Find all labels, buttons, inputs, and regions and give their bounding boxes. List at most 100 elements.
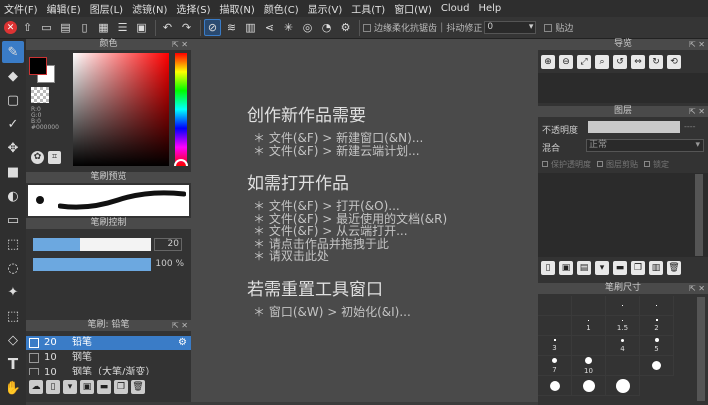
folder-icon[interactable]: ▬ [613, 261, 627, 275]
menu-cloud[interactable]: Cloud [441, 3, 470, 14]
menu-help[interactable]: Help [478, 3, 501, 14]
select-dotted-icon[interactable]: ⬚ [2, 233, 24, 255]
hue-handle[interactable] [174, 159, 188, 166]
rotate-right-icon[interactable]: ↻ [649, 55, 663, 69]
menu-edit[interactable]: 编辑(E) [47, 1, 81, 16]
menu-color[interactable]: 颜色(C) [264, 1, 299, 16]
folder-icon[interactable]: ▬ [97, 380, 111, 394]
pages-icon[interactable]: ▤ [57, 19, 74, 36]
grid-icon[interactable]: ▦ [95, 19, 112, 36]
menu-window[interactable]: 窗口(W) [394, 1, 432, 16]
brush-size-cell[interactable] [572, 376, 606, 396]
eyedropper-icon[interactable]: ⌗ [48, 151, 61, 164]
snap-checkbox[interactable]: 贴边 [544, 21, 573, 34]
brush-size-slider[interactable] [33, 238, 151, 251]
merge-down-icon[interactable]: ▥ [649, 261, 663, 275]
cloud-icon[interactable]: ☁ [29, 380, 43, 394]
zoom-in-icon[interactable]: ⊕ [541, 55, 555, 69]
navigator-view[interactable] [538, 73, 708, 103]
brush-opacity-slider[interactable] [33, 258, 151, 271]
menu-layer[interactable]: 图层(L) [90, 1, 123, 16]
text-tool-icon[interactable]: T [2, 353, 24, 375]
brush-size-cell[interactable] [640, 296, 674, 316]
concentric-snap-icon[interactable]: ◎ [299, 19, 316, 36]
list-icon[interactable]: ☰ [114, 19, 131, 36]
menu-select[interactable]: 选择(S) [176, 1, 210, 16]
new-brush-icon[interactable]: ▯ [46, 380, 60, 394]
brush-item[interactable]: 10 钢笔 [26, 351, 191, 365]
actual-size-icon[interactable]: ⌕ [595, 55, 609, 69]
brush-size-cell[interactable] [538, 316, 572, 336]
copy-brush-icon[interactable]: ▣ [80, 380, 94, 394]
expand-icon[interactable]: ⇱ ✕ [172, 39, 188, 50]
share-icon[interactable]: ⇧ [19, 19, 36, 36]
checkbox-box[interactable] [644, 161, 650, 167]
reset-view-icon[interactable]: ⟲ [667, 55, 681, 69]
expand-icon[interactable]: ⇱ ✕ [689, 39, 705, 50]
brush-size-scrollbar[interactable] [697, 297, 705, 401]
menu-snap[interactable]: 描取(N) [220, 1, 255, 16]
layer-opacity-slider[interactable] [588, 121, 680, 133]
trash-icon[interactable]: 🗑 [131, 380, 145, 394]
brush-size-cell[interactable] [538, 296, 572, 316]
brush-size-cell[interactable] [606, 376, 640, 396]
brush-size-cell[interactable]: 5 [640, 336, 674, 356]
checkbox-box[interactable] [542, 161, 548, 167]
layer-scrollbar[interactable] [695, 174, 703, 256]
crosshatch-snap-icon[interactable]: ▥ [242, 19, 259, 36]
expand-icon[interactable]: ⇱ ✕ [172, 320, 188, 331]
saturation-value-picker[interactable] [73, 53, 169, 166]
redo-icon[interactable]: ↷ [178, 19, 195, 36]
brush-size-cell[interactable]: 4 [606, 336, 640, 356]
brush-size-cell[interactable]: 7 [538, 356, 572, 376]
rectangle-select-icon[interactable]: ▢ [2, 89, 24, 111]
settings-snap-icon[interactable]: ⚙ [337, 19, 354, 36]
menu-filter[interactable]: 滤镜(N) [132, 1, 167, 16]
zoom-out-icon[interactable]: ⊖ [559, 55, 573, 69]
gear-icon[interactable]: ⚙ [178, 336, 187, 350]
menu-file[interactable]: 文件(F) [4, 1, 38, 16]
move-tool-icon[interactable]: ✥ [2, 137, 24, 159]
undo-icon[interactable]: ↶ [159, 19, 176, 36]
lasso-tool-icon[interactable]: ◌ [2, 257, 24, 279]
brush-size-cell[interactable] [572, 296, 606, 316]
brush-size-cell[interactable] [572, 336, 606, 356]
curve-snap-icon[interactable]: ◔ [318, 19, 335, 36]
menu-view[interactable]: 显示(V) [308, 1, 343, 16]
fit-icon[interactable]: ⤢ [577, 55, 591, 69]
antialias-checkbox[interactable]: 边缘柔化抗锯齿 [363, 21, 437, 34]
vanish-point-icon[interactable]: ⋖ [261, 19, 278, 36]
brush-tool-icon[interactable]: ✎ [2, 41, 24, 63]
close-icon[interactable]: ✕ [4, 21, 17, 34]
flip-icon[interactable]: ⇔ [631, 55, 645, 69]
palette-icon[interactable]: ✿ [31, 151, 44, 164]
menu-tools[interactable]: 工具(T) [351, 1, 385, 16]
hand-tool-icon[interactable]: ✋ [2, 377, 24, 399]
brush-size-cell[interactable]: 3 [538, 336, 572, 356]
brush-size-cell[interactable]: 10 [572, 356, 606, 376]
canvas-area[interactable]: 创作新作品需要 ＊ 文件(&F) > 新建窗口(&N)... ＊ 文件(&F) … [191, 39, 538, 402]
rotate-left-icon[interactable]: ↺ [613, 55, 627, 69]
brush-size-cell[interactable] [640, 356, 674, 376]
duplicate-layer-icon[interactable]: ❐ [631, 261, 645, 275]
parallel-snap-icon[interactable]: ≋ [223, 19, 240, 36]
stabilizer-select[interactable]: 0 ▾ [484, 21, 537, 34]
expand-icon[interactable]: ⇱ ✕ [689, 106, 705, 117]
bucket-tool-icon[interactable]: ◐ [2, 185, 24, 207]
hue-slider[interactable] [175, 53, 187, 166]
eraser-tool-icon[interactable]: ◆ [2, 65, 24, 87]
gradient-tool-icon[interactable]: ▭ [2, 209, 24, 231]
brush-size-value[interactable]: 20 [154, 238, 182, 251]
brush-size-cell[interactable]: 1.5 [606, 316, 640, 336]
new-vector-layer-icon[interactable]: ▤ [577, 261, 591, 275]
fill-rect-icon[interactable]: ■ [2, 161, 24, 183]
snap-off-icon[interactable]: ⊘ [204, 19, 221, 36]
brush-item[interactable]: 20 铅笔 ⚙ [26, 336, 191, 350]
brush-item[interactable]: 10 钢笔（大笔/渐变） [26, 366, 191, 375]
panel-icon[interactable]: ▣ [133, 19, 150, 36]
checkbox-box[interactable] [597, 161, 603, 167]
check-tool-icon[interactable]: ✓ [2, 113, 24, 135]
select-eraser-icon[interactable]: ◇ [2, 329, 24, 351]
new-layer-icon[interactable]: ▯ [541, 261, 555, 275]
layer-list[interactable] [538, 173, 708, 257]
